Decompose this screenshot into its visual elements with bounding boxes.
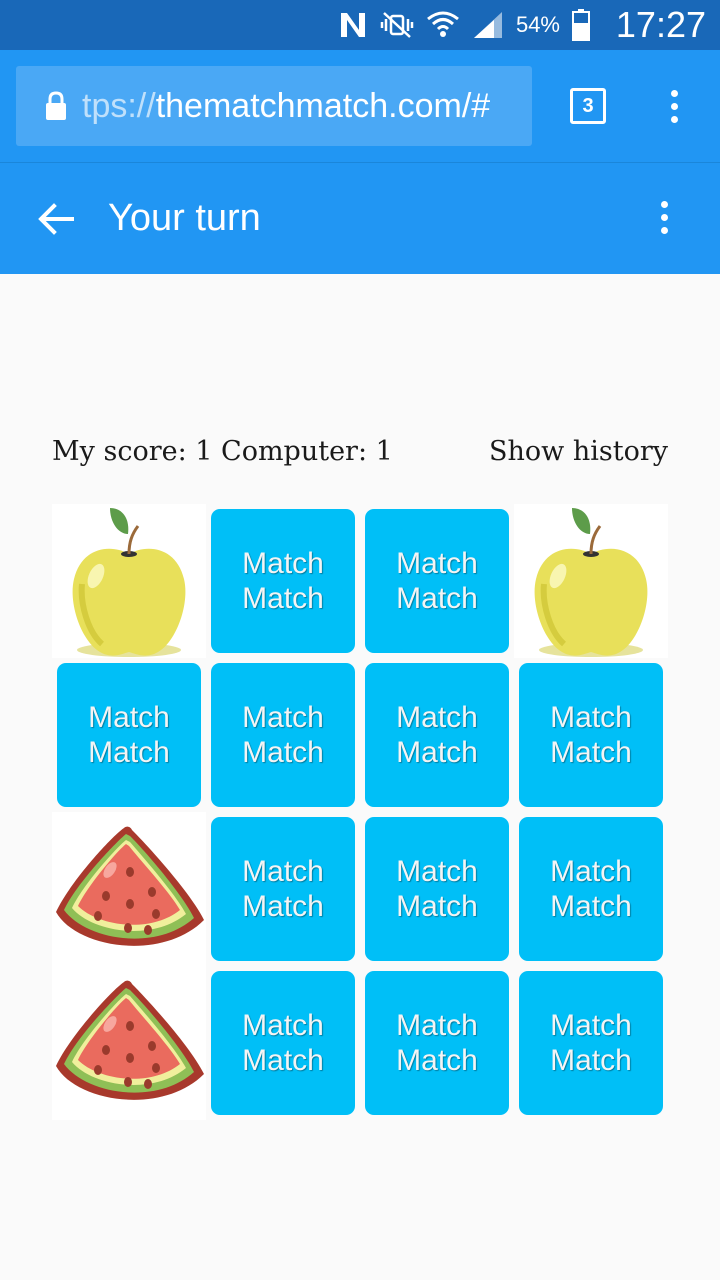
app-bar: Your turn: [0, 163, 720, 274]
card-label: Match: [242, 582, 324, 615]
board-cell: Match Match: [514, 812, 668, 966]
card-label: Match: [242, 855, 324, 888]
card-back[interactable]: Match Match: [519, 817, 663, 961]
card-label: Match: [396, 1009, 478, 1042]
board-cell: Match Match: [206, 812, 360, 966]
show-history-link[interactable]: Show history: [489, 436, 668, 467]
card-label: Match: [396, 855, 478, 888]
card-label: Match: [396, 890, 478, 923]
board-cell: [514, 504, 668, 658]
card-back[interactable]: Match Match: [211, 971, 355, 1115]
apple-card: [52, 504, 206, 658]
url-host: thematchmatch.com/#: [155, 86, 491, 125]
card-label: Match: [242, 1009, 324, 1042]
card-label: Match: [550, 701, 632, 734]
board-cell: Match Match: [514, 966, 668, 1120]
board-cell: Match Match: [206, 658, 360, 812]
card-label: Match: [550, 736, 632, 769]
card-back[interactable]: Match Match: [211, 663, 355, 807]
watermelon-card: [52, 812, 206, 966]
card-label: Match: [242, 890, 324, 923]
card-label: Match: [396, 1044, 478, 1077]
card-back[interactable]: Match Match: [365, 971, 509, 1115]
board-cell: Match Match: [52, 658, 206, 812]
board-cell: Match Match: [360, 504, 514, 658]
wifi-icon: [427, 11, 459, 37]
card-back[interactable]: Match Match: [211, 817, 355, 961]
game-board: Match Match Match Match Match Match Match Matc…: [52, 504, 668, 1120]
lock-icon: [46, 91, 66, 120]
tab-switcher-button[interactable]: 3: [570, 88, 606, 124]
browser-toolbar: tps://thematchmatch.com/# 3: [0, 50, 720, 164]
battery-icon: [572, 9, 590, 41]
back-arrow-icon[interactable]: [36, 199, 76, 239]
clock: 17:27: [615, 4, 706, 45]
board-cell: Match Match: [514, 658, 668, 812]
card-label: Match: [550, 1044, 632, 1077]
watermelon-card: [52, 966, 206, 1120]
nfc-icon: [340, 13, 365, 37]
status-icons: 54%: [338, 6, 590, 44]
apple-icon: [72, 508, 186, 657]
card-label: Match: [242, 701, 324, 734]
board-cell: Match Match: [360, 658, 514, 812]
card-label: Match: [396, 736, 478, 769]
card-label: Match: [88, 736, 170, 769]
card-label: Match: [242, 1044, 324, 1077]
url-scheme: tps://: [82, 86, 156, 125]
apple-card: [514, 504, 668, 658]
card-back[interactable]: Match Match: [519, 971, 663, 1115]
card-label: Match: [396, 547, 478, 580]
card-back[interactable]: Match Match: [519, 663, 663, 807]
card-back[interactable]: Match Match: [365, 817, 509, 961]
board-cell: Match Match: [360, 966, 514, 1120]
battery-percent: 54%: [515, 12, 560, 37]
card-label: Match: [550, 890, 632, 923]
card-back[interactable]: Match Match: [365, 509, 509, 653]
card-back[interactable]: Match Match: [365, 663, 509, 807]
card-label: Match: [396, 582, 478, 615]
browser-menu-icon[interactable]: [668, 90, 680, 130]
status-bar: 54% 17:27: [0, 0, 720, 50]
card-label: Match: [242, 547, 324, 580]
signal-icon: [473, 12, 502, 38]
board-cell: [52, 966, 206, 1120]
url-text: tps://thematchmatch.com/#: [82, 87, 522, 126]
overflow-menu-icon[interactable]: [658, 201, 670, 241]
board-cell: Match Match: [360, 812, 514, 966]
card-label: Match: [242, 736, 324, 769]
board-cell: Match Match: [206, 966, 360, 1120]
card-label: Match: [396, 701, 478, 734]
watermelon-icon: [56, 980, 204, 1100]
board-cell: Match Match: [206, 504, 360, 658]
card-back[interactable]: Match Match: [211, 509, 355, 653]
card-label: Match: [88, 701, 170, 734]
board-cell: [52, 812, 206, 966]
score-bar: My score: 1 Computer: 1 Show history: [52, 432, 668, 476]
apple-icon: [534, 508, 648, 657]
mute-vibrate-icon: [380, 12, 414, 38]
card-label: Match: [550, 1009, 632, 1042]
card-label: Match: [550, 855, 632, 888]
watermelon-icon: [56, 826, 204, 946]
page-title: Your turn: [108, 197, 261, 239]
address-bar[interactable]: tps://thematchmatch.com/#: [16, 66, 532, 146]
score-text: My score: 1 Computer: 1: [52, 436, 393, 467]
board-cell: [52, 504, 206, 658]
card-back[interactable]: Match Match: [57, 663, 201, 807]
